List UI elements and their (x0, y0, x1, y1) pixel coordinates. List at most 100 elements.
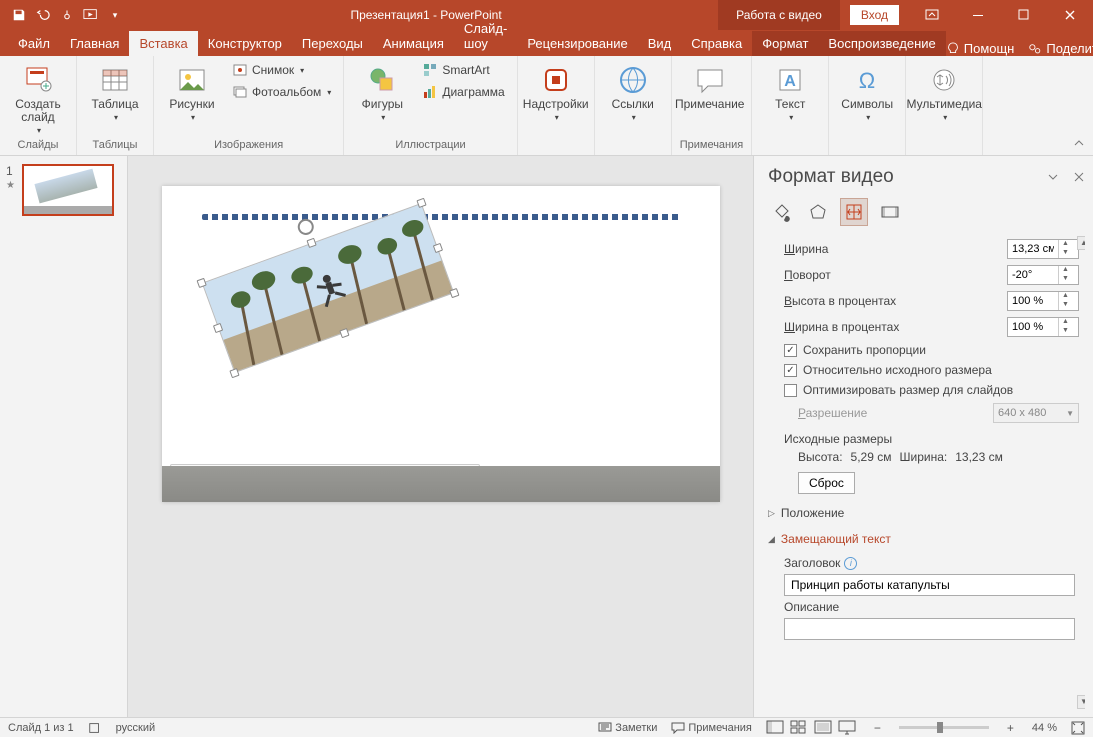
video-tools-context-label: Работа с видео (718, 0, 840, 30)
size-properties-tab-icon[interactable] (840, 198, 868, 226)
tab-format[interactable]: Формат (752, 31, 818, 56)
slide-thumbnail-1[interactable] (22, 164, 114, 216)
tab-animations[interactable]: Анимация (373, 31, 454, 56)
pictures-button[interactable]: Рисунки▾ (162, 60, 222, 126)
pane-options-icon[interactable] (1047, 171, 1059, 183)
pane-close-icon[interactable] (1073, 171, 1085, 183)
notes-button[interactable]: Заметки (598, 722, 657, 734)
tab-home[interactable]: Главная (60, 31, 129, 56)
login-button[interactable]: Вход (850, 5, 899, 25)
maximize-button[interactable] (1001, 0, 1047, 30)
quick-access-toolbar: ▾ (0, 4, 134, 26)
new-slide-button[interactable]: Создать слайд▾ (8, 60, 68, 139)
resize-handle[interactable] (229, 368, 239, 378)
comments-button[interactable]: Примечания (671, 722, 752, 734)
effects-tab-icon[interactable] (804, 198, 832, 226)
qat-customize-button[interactable]: ▾ (104, 4, 126, 26)
zoom-out-button[interactable]: − (870, 721, 885, 735)
position-section-toggle[interactable]: ▷Положение (768, 500, 1079, 526)
screenshot-button[interactable]: Снимок▾ (228, 60, 335, 80)
group-label-illustrations: Иллюстрации (352, 139, 508, 153)
tab-help[interactable]: Справка (681, 31, 752, 56)
ribbon: Создать слайд▾ Слайды Таблица▾ Таблицы Р… (0, 56, 1093, 156)
resize-handle[interactable] (449, 288, 459, 298)
resize-handle[interactable] (339, 328, 349, 338)
tab-insert[interactable]: Вставка (129, 31, 197, 56)
pane-scrollbar[interactable]: ▲▼ (1077, 236, 1085, 709)
tab-view[interactable]: Вид (638, 31, 682, 56)
slide-sorter-view-icon[interactable] (790, 720, 808, 736)
tab-review[interactable]: Рецензирование (517, 31, 637, 56)
pane-title: Формат видео (768, 166, 894, 188)
lock-aspect-checkbox[interactable]: ✓ (784, 344, 797, 357)
normal-view-icon[interactable] (766, 720, 784, 736)
orig-width-value: 13,23 см (955, 450, 1003, 464)
language-indicator[interactable]: русский (116, 722, 155, 734)
media-button[interactable]: Мультимедиа▾ (914, 60, 974, 126)
rotation-label: Поворот (784, 268, 1007, 282)
tab-slideshow[interactable]: Слайд-шоу (454, 16, 517, 56)
slide-editor[interactable]: 00:00,00 (128, 156, 753, 717)
format-video-pane: Формат видео Ширина ▲▼ Поворот ▲▼ Высота… (753, 156, 1093, 717)
shapes-button[interactable]: Фигуры▾ (352, 60, 412, 126)
slide-footer-image (162, 466, 720, 502)
animation-indicator-icon: ★ (6, 180, 18, 191)
alt-title-input[interactable] (784, 574, 1075, 596)
reset-button[interactable]: Сброс (798, 472, 855, 494)
text-button[interactable]: A Текст▾ (760, 60, 820, 126)
alt-text-section-toggle[interactable]: ◢Замещающий текст (768, 526, 1079, 552)
spellcheck-icon[interactable] (88, 721, 102, 735)
tell-me-button[interactable]: Помощн (946, 41, 1015, 56)
window-controls (909, 0, 1093, 30)
slide-canvas[interactable]: 00:00,00 (162, 186, 720, 502)
original-size-label: Исходные размеры (768, 426, 1079, 448)
chart-button[interactable]: Диаграмма (418, 82, 508, 102)
start-from-beginning-button[interactable] (80, 4, 102, 26)
rotation-spinner[interactable]: ▲▼ (1007, 265, 1079, 285)
orig-height-value: 5,29 см (851, 450, 892, 464)
minimize-button[interactable] (955, 0, 1001, 30)
slide-counter[interactable]: Слайд 1 из 1 (8, 722, 74, 734)
save-button[interactable] (8, 4, 30, 26)
zoom-slider[interactable] (899, 726, 989, 729)
group-label-comments: Примечания (680, 139, 744, 153)
table-button[interactable]: Таблица▾ (85, 60, 145, 126)
smartart-button[interactable]: SmartArt (418, 60, 508, 80)
fit-window-icon[interactable] (1071, 721, 1085, 735)
comment-button[interactable]: Примечание (680, 60, 740, 115)
slideshow-view-icon[interactable] (838, 720, 856, 736)
zoom-level[interactable]: 44 % (1032, 722, 1057, 734)
addins-button[interactable]: Надстройки▾ (526, 60, 586, 126)
alt-description-input[interactable] (784, 618, 1075, 640)
scale-height-label: Высота в процентах (784, 294, 1007, 308)
scale-height-spinner[interactable]: ▲▼ (1007, 291, 1079, 311)
photo-album-button[interactable]: Фотоальбом▾ (228, 82, 335, 102)
reading-view-icon[interactable] (814, 720, 832, 736)
share-button[interactable]: Поделиться (1028, 41, 1093, 56)
tab-design[interactable]: Конструктор (198, 31, 292, 56)
tab-transitions[interactable]: Переходы (292, 31, 373, 56)
optimize-slide-checkbox[interactable] (784, 384, 797, 397)
close-button[interactable] (1047, 0, 1093, 30)
collapse-ribbon-button[interactable] (1071, 135, 1087, 151)
info-icon[interactable]: i (844, 557, 857, 570)
video-tab-icon[interactable] (876, 198, 904, 226)
relative-original-checkbox[interactable]: ✓ (784, 364, 797, 377)
redo-button[interactable] (56, 4, 78, 26)
undo-button[interactable] (32, 4, 54, 26)
width-spinner[interactable]: ▲▼ (1007, 239, 1079, 259)
scale-width-spinner[interactable]: ▲▼ (1007, 317, 1079, 337)
alt-description-label: Описание (784, 600, 839, 614)
zoom-in-button[interactable]: + (1003, 721, 1018, 735)
links-button[interactable]: Ссылки▾ (603, 60, 663, 126)
window-title: Презентация1 - PowerPoint (134, 8, 718, 22)
ribbon-display-options-button[interactable] (909, 0, 955, 30)
title-placeholder[interactable] (202, 214, 680, 220)
video-object[interactable] (202, 204, 452, 372)
symbols-button[interactable]: Ω Символы▾ (837, 60, 897, 126)
tab-file[interactable]: Файл (8, 31, 60, 56)
optimize-slide-label: Оптимизировать размер для слайдов (803, 383, 1013, 397)
group-label-slides: Слайды (8, 139, 68, 153)
fill-line-tab-icon[interactable] (768, 198, 796, 226)
tab-playback[interactable]: Воспроизведение (818, 31, 945, 56)
